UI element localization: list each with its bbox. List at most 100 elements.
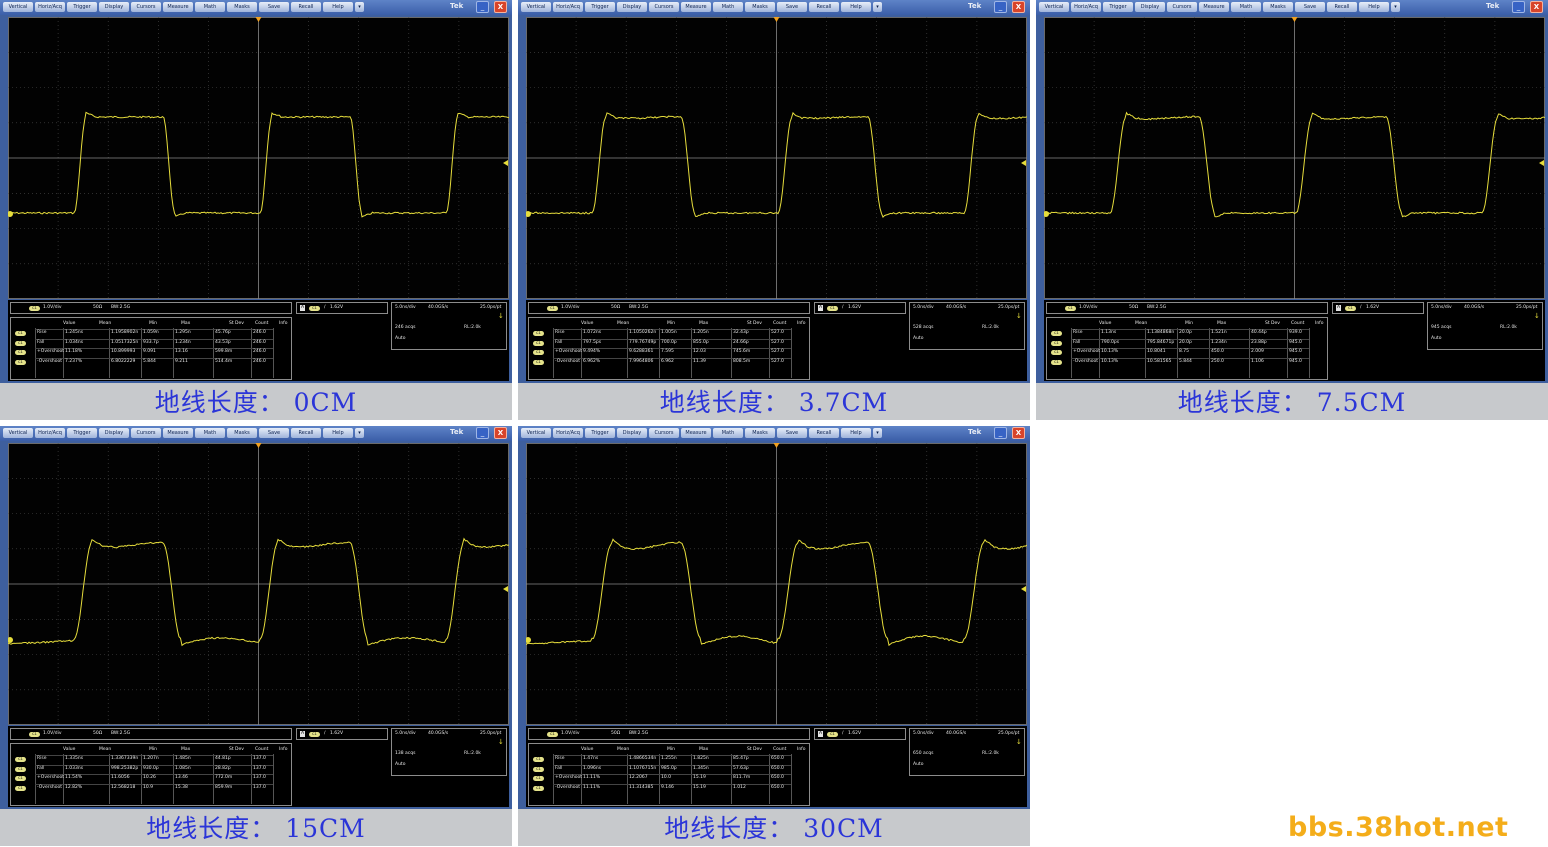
trigger-source-badge: C1 [309,732,320,737]
menu-item[interactable]: Cursors [1167,2,1197,12]
close-icon[interactable]: X [1012,427,1025,439]
channel-settings[interactable]: C1 1.0V/div 50Ω BW:2.5G [1046,302,1328,314]
channel-settings[interactable]: C1 1.0V/div 50Ω BW:2.5G [10,728,292,740]
minimize-icon[interactable]: _ [476,427,489,439]
menu-item[interactable]: Horiz/Acq [553,2,583,12]
timebase-settings[interactable]: 5.0ns/div 40.0GS/s 25.0ps/pt 138 acqs RL:2.0… [391,728,507,776]
close-icon[interactable]: X [1530,1,1543,13]
close-icon[interactable]: X [494,427,507,439]
channel-settings[interactable]: C1 1.0V/div 50Ω BW:2.5G [528,728,810,740]
menu-item[interactable]: Help [841,428,871,438]
menu-overflow-button[interactable]: ▾ [873,2,882,12]
menu-item[interactable]: Recall [809,428,839,438]
menu-overflow-button[interactable]: ▾ [1391,2,1400,12]
menu-item[interactable]: Measure [681,2,711,12]
trigger-position-icon [255,443,262,448]
measurement-max: 1.295n [175,330,191,335]
menu-item[interactable]: Cursors [131,428,161,438]
menu-item[interactable]: Masks [227,428,257,438]
timebase-settings[interactable]: 5.0ns/div 40.0GS/s 25.0ps/pt 945 acqs RL:2.0… [1427,302,1543,350]
menu-item[interactable]: Save [1295,2,1325,12]
menu-item[interactable]: Help [323,2,353,12]
menu-item[interactable]: Help [1359,2,1389,12]
menu-item[interactable]: Horiz/Acq [35,428,65,438]
timebase-settings[interactable]: 5.0ns/div 40.0GS/s 25.0ps/pt 246 acqs RL:2.0… [391,302,507,350]
minimize-icon[interactable]: _ [994,1,1007,13]
timebase-settings[interactable]: 5.0ns/div 40.0GS/s 25.0ps/pt 528 acqs RL:2.0… [909,302,1025,350]
channel-settings[interactable]: C1 1.0V/div 50Ω BW:2.5G [528,302,810,314]
menu-item[interactable]: Vertical [521,2,551,12]
trigger-settings[interactable]: A C1 / 1.62V [296,302,388,314]
menu-item[interactable]: Measure [163,428,193,438]
menu-overflow-button[interactable]: ▾ [355,428,364,438]
menu-item[interactable]: Horiz/Acq [1071,2,1101,12]
menu-item[interactable]: Measure [163,2,193,12]
close-icon[interactable]: X [494,1,507,13]
menu-item[interactable]: Display [99,2,129,12]
menu-item[interactable]: Measure [1199,2,1229,12]
menu-item[interactable]: Recall [809,2,839,12]
menu-item[interactable]: Trigger [67,428,97,438]
menu-item[interactable]: Vertical [521,428,551,438]
measurement-std: 28.82p [215,765,231,771]
trigger-settings[interactable]: A C1 / 1.62V [1332,302,1424,314]
menu-item[interactable]: Horiz/Acq [35,2,65,12]
trigger-settings[interactable]: A C1 / 1.62V [296,728,388,740]
menu-item[interactable]: Vertical [3,428,33,438]
ground-marker-icon [1044,211,1049,217]
channel-settings[interactable]: C1 1.0V/div 50Ω BW:2.5G [10,302,292,314]
measurement-name: +Overshoot [555,775,583,780]
menu-overflow-button[interactable]: ▾ [355,2,364,12]
trigger-settings[interactable]: A C1 / 1.62V [814,302,906,314]
menu-item[interactable]: Save [777,2,807,12]
minimize-icon[interactable]: _ [994,427,1007,439]
measurement-count: 939.0 [1289,330,1302,335]
menu-item[interactable]: Math [713,2,743,12]
menu-item[interactable]: Save [259,428,289,438]
channel-bandwidth: BW:2.5G [111,305,131,310]
menu-item[interactable]: Recall [1327,2,1357,12]
close-icon[interactable]: X [1012,1,1025,13]
menu-item[interactable]: Display [617,428,647,438]
menu-item[interactable]: Masks [1263,2,1293,12]
menu-item[interactable]: Save [259,2,289,12]
timebase-settings[interactable]: 5.0ns/div 40.0GS/s 25.0ps/pt 650 acqs RL:2.0… [909,728,1025,776]
menu-item[interactable]: Display [1135,2,1165,12]
minimize-icon[interactable]: _ [476,1,489,13]
menu-item[interactable]: Vertical [3,2,33,12]
measurement-name: -Overshoot [37,784,63,790]
menu-item[interactable]: Display [617,2,647,12]
trigger-settings[interactable]: A C1 / 1.62V [814,728,906,740]
menu-item[interactable]: Masks [227,2,257,12]
menu-item[interactable]: Help [323,428,353,438]
menu-item[interactable]: Save [777,428,807,438]
menu-item[interactable]: Help [841,2,871,12]
menu-item[interactable]: Math [1231,2,1261,12]
minimize-icon[interactable]: _ [1512,1,1525,13]
menu-item[interactable]: Cursors [649,2,679,12]
menu-item[interactable]: Cursors [649,428,679,438]
menu-item[interactable]: Trigger [67,2,97,12]
menu-item[interactable]: Masks [745,2,775,12]
menu-overflow-button[interactable]: ▾ [873,428,882,438]
measurement-count: 650.0 [771,765,784,771]
menu-item[interactable]: Recall [291,428,321,438]
menu-item[interactable]: Measure [681,428,711,438]
menu-item[interactable]: Math [195,428,225,438]
menu-item[interactable]: Trigger [585,428,615,438]
menu-item[interactable]: Math [195,2,225,12]
menu-item[interactable]: Math [713,428,743,438]
menu-item[interactable]: Display [99,428,129,438]
measurement-name: Rise [1073,330,1083,335]
menu-item[interactable]: Horiz/Acq [553,428,583,438]
measurement-name: -Overshoot [555,784,581,790]
menu-item[interactable]: Trigger [1103,2,1133,12]
menu-item[interactable]: Masks [745,428,775,438]
menu-item[interactable]: Vertical [1039,2,1069,12]
measurement-value: 1.245ns [65,330,84,335]
menu-item[interactable]: Cursors [131,2,161,12]
menu-item[interactable]: Recall [291,2,321,12]
measurement-std: 43.53p [215,339,231,345]
measurement-std: 1.106 [1251,358,1264,364]
menu-item[interactable]: Trigger [585,2,615,12]
